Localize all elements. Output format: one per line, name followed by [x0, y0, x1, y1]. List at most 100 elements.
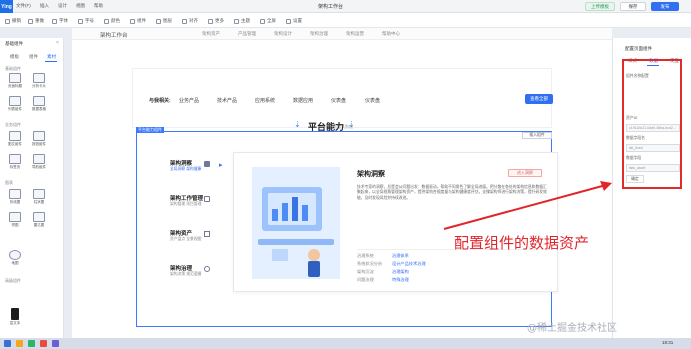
- undo-icon: [5, 18, 10, 24]
- settings-button[interactable]: 设置: [286, 18, 302, 24]
- related-link[interactable]: 技术产品: [217, 97, 237, 104]
- view-all-button[interactable]: 查看全部: [525, 94, 553, 104]
- component-item[interactable]: 饼图: [6, 212, 24, 232]
- component-item[interactable]: 富文本: [6, 308, 24, 328]
- component-item[interactable]: 列表组件: [6, 96, 24, 116]
- pie-chart-icon: [9, 212, 21, 222]
- component-item[interactable]: 分析卡片: [30, 73, 48, 93]
- folder-icon[interactable]: [16, 340, 23, 347]
- redo-button[interactable]: 重做: [28, 18, 44, 24]
- font-button[interactable]: 字体: [52, 18, 68, 24]
- publish-button[interactable]: 发布: [651, 2, 679, 11]
- nav-item[interactable]: 帮助中心: [382, 31, 400, 37]
- detail-link[interactable]: 设计产品技术治理: [392, 261, 426, 267]
- component-item[interactable]: 雷达图: [30, 212, 48, 232]
- radar-chart-icon: [33, 212, 45, 222]
- arrow-decoration-icon: ⇣: [348, 120, 355, 129]
- component-icon: [130, 18, 135, 24]
- color-button[interactable]: 颜色: [104, 18, 120, 24]
- nav-item[interactable]: 架构资产: [202, 31, 220, 37]
- fullscreen-button[interactable]: 全屏: [260, 18, 276, 24]
- layer-icon: [156, 18, 161, 24]
- related-link[interactable]: 仪表盘: [365, 97, 380, 104]
- app-logo[interactable]: Ying: [0, 0, 13, 13]
- component-item[interactable]: 地图: [6, 250, 24, 270]
- component-item[interactable]: 折线图: [6, 189, 24, 209]
- tab-template[interactable]: 模板: [10, 54, 19, 60]
- side-item-work-management[interactable]: 架构工作管理 架构管理 项目管理: [170, 194, 203, 207]
- nav-item[interactable]: 架构治理: [310, 31, 328, 37]
- related-label: 与我相关:: [149, 98, 171, 104]
- layer-button[interactable]: 图层: [156, 18, 172, 24]
- side-item-assets[interactable]: 架构资产 资产盘点 全景视图: [170, 229, 201, 242]
- detail-key: 治理系统: [357, 253, 374, 258]
- editor-icon[interactable]: [52, 340, 59, 347]
- detail-key: 系统状况分析: [357, 261, 383, 266]
- component-label: 平台能力组件: [136, 127, 164, 133]
- detail-key: 问题治理: [357, 277, 374, 282]
- asset-icon: [204, 231, 210, 237]
- category-advanced: 高级组件: [5, 278, 21, 283]
- component-item[interactable]: 图文组件: [6, 131, 24, 151]
- button-icon: [33, 131, 45, 141]
- menu-file[interactable]: 文件(F): [16, 3, 31, 9]
- related-card: 与我相关: 业务产品 技术产品 应用系统 数据应用 仪表盘 仪表盘 查看全部 暂…: [132, 68, 553, 129]
- font-icon: [52, 18, 57, 24]
- app-window: Ying 文件(F) 插入 设计 视图 帮助 架构工作台 上传模板 保存 发布 …: [0, 0, 691, 349]
- related-link[interactable]: 仪表盘: [331, 97, 346, 104]
- theme-button[interactable]: 主题: [234, 18, 250, 24]
- related-link[interactable]: 应用系统: [255, 97, 275, 104]
- annotation-text: 配置组件的数据资产: [454, 234, 590, 252]
- font-size-icon: [78, 18, 83, 24]
- component-item[interactable]: 标签页: [6, 154, 24, 174]
- detail-link[interactable]: 治理体系: [392, 253, 409, 259]
- side-item-insight[interactable]: 架构洞察 全局洞察 架构健康: [170, 159, 201, 172]
- more-button[interactable]: 更多: [208, 18, 224, 24]
- related-link[interactable]: 业务产品: [179, 97, 199, 104]
- detail-title: 架构洞察: [357, 171, 385, 178]
- app-icon[interactable]: [40, 340, 47, 347]
- tabs-icon: [9, 154, 21, 164]
- undo-button[interactable]: 撤销: [5, 18, 21, 24]
- line-chart-icon: [9, 189, 21, 199]
- component-item[interactable]: 按钮组件: [30, 131, 48, 151]
- nav-item[interactable]: 架构运营: [346, 31, 364, 37]
- insert-component-button[interactable]: 插入组件: [522, 132, 552, 139]
- nav-icon: [33, 154, 45, 164]
- component-item[interactable]: 导航组件: [30, 154, 48, 174]
- watermark: @稀土掘金技术社区: [527, 323, 617, 334]
- align-icon: [182, 18, 187, 24]
- document-title[interactable]: 架构工作台: [318, 3, 343, 10]
- related-link[interactable]: 数据应用: [293, 97, 313, 104]
- nav-item[interactable]: 架构设计: [274, 31, 292, 37]
- tab-component[interactable]: 组件: [29, 54, 38, 60]
- close-icon[interactable]: ×: [56, 40, 59, 46]
- browser-icon[interactable]: [28, 340, 35, 347]
- nav-item[interactable]: 架构工作台: [100, 31, 128, 39]
- menu-insert[interactable]: 插入: [40, 3, 49, 9]
- save-button[interactable]: 保存: [620, 2, 646, 11]
- side-item-governance[interactable]: 架构治理 架构决策 规范遵循: [170, 264, 201, 277]
- page-nav-bar: 架构工作台 架构资产 产品管理 架构设计 架构治理 架构运营 帮助中心: [72, 28, 612, 40]
- detail-link[interactable]: 特殊治理: [392, 277, 409, 283]
- card-icon: [33, 73, 45, 83]
- tab-material[interactable]: 素材: [47, 54, 56, 60]
- gear-icon: [286, 18, 291, 24]
- component-item[interactable]: 柱状图: [30, 189, 48, 209]
- font-size-button[interactable]: 字号: [78, 18, 94, 24]
- upload-template-button[interactable]: 上传模板: [585, 2, 615, 11]
- component-item[interactable]: 数据表格: [30, 96, 48, 116]
- menu-help[interactable]: 帮助: [94, 3, 103, 9]
- menu-design[interactable]: 设计: [58, 3, 67, 9]
- align-button[interactable]: 对齐: [182, 18, 198, 24]
- category-chart: 图表: [5, 180, 13, 185]
- menu-view[interactable]: 视图: [76, 3, 85, 9]
- active-tab-indicator: [45, 61, 57, 62]
- component-panel: 基础组件 × 模板 组件 素材 基础组件 页面标题 分析卡片 列表组件 数据表格…: [0, 38, 64, 338]
- start-icon[interactable]: [4, 340, 11, 347]
- detail-link[interactable]: 治理架构: [392, 269, 409, 275]
- component-item[interactable]: 页面标题: [6, 73, 24, 93]
- table-icon: [33, 96, 45, 106]
- nav-item[interactable]: 产品管理: [238, 31, 256, 37]
- component-button[interactable]: 组件: [130, 18, 146, 24]
